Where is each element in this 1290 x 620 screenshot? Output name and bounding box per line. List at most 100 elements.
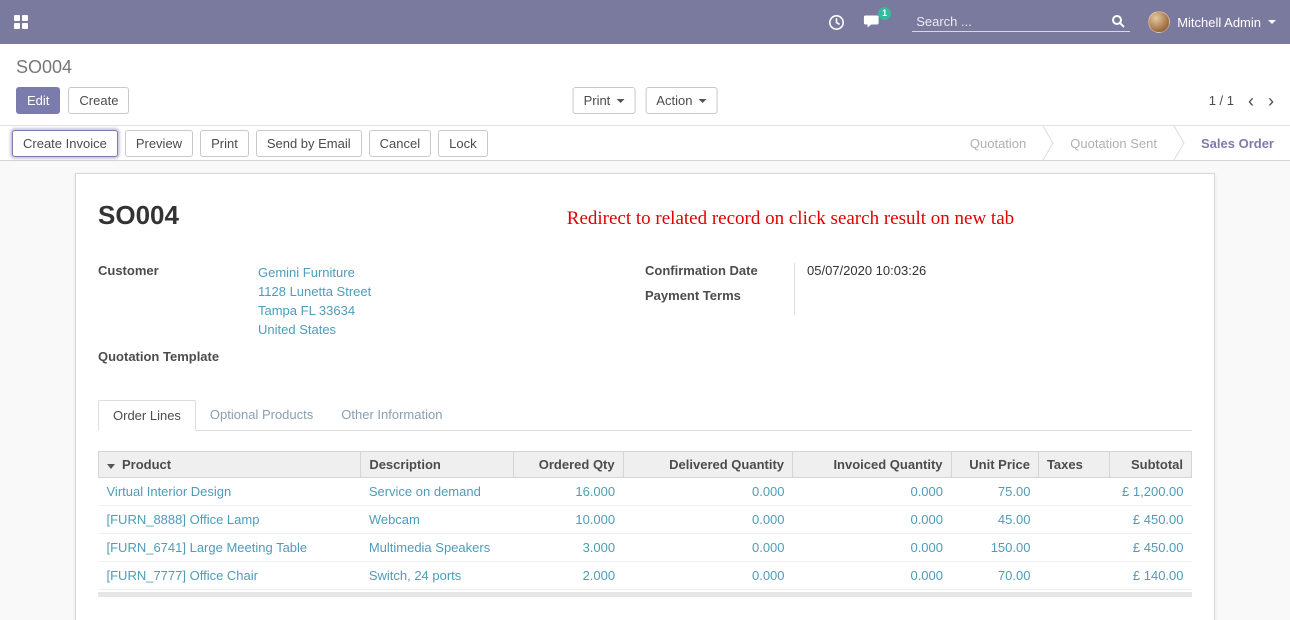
avatar	[1148, 11, 1170, 33]
action-dropdown-label: Action	[656, 92, 692, 109]
create-invoice-button[interactable]: Create Invoice	[12, 130, 118, 157]
action-dropdown[interactable]: Action	[645, 87, 717, 114]
cell-ordered-qty[interactable]: 10.000	[514, 506, 623, 534]
chevron-down-icon	[1268, 20, 1276, 24]
cell-unit-price[interactable]: 75.00	[951, 478, 1038, 506]
state-arrow-icon	[1042, 126, 1054, 160]
pager-counter: 1 / 1	[1209, 93, 1234, 108]
cell-invoiced-qty[interactable]: 0.000	[793, 478, 951, 506]
cell-subtotal[interactable]: £ 450.00	[1109, 534, 1191, 562]
control-panel: SO004 Edit Create Print Action 1 / 1 ‹ ›	[0, 44, 1290, 125]
cell-delivered-qty[interactable]: 0.000	[623, 506, 792, 534]
preview-button[interactable]: Preview	[125, 130, 193, 157]
cell-description[interactable]: Service on demand	[361, 478, 514, 506]
cell-unit-price[interactable]: 45.00	[951, 506, 1038, 534]
record-title: SO004	[98, 200, 179, 231]
chevron-down-icon	[698, 99, 706, 103]
state-arrow-icon	[1173, 126, 1185, 160]
navbar-search	[912, 12, 1130, 32]
annotation-text: Redirect to related record on click sear…	[179, 208, 1192, 230]
cell-unit-price[interactable]: 70.00	[951, 562, 1038, 590]
cell-ordered-qty[interactable]: 16.000	[514, 478, 623, 506]
cell-description[interactable]: Multimedia Speakers	[361, 534, 514, 562]
apps-menu-icon[interactable]	[14, 15, 28, 29]
user-name: Mitchell Admin	[1177, 15, 1261, 30]
lock-button[interactable]: Lock	[438, 130, 487, 157]
activities-clock-icon[interactable]	[828, 14, 845, 31]
column-header-invoiced-qty[interactable]: Invoiced Quantity	[793, 452, 951, 478]
cell-ordered-qty[interactable]: 2.000	[514, 562, 623, 590]
print-button[interactable]: Print	[200, 130, 249, 157]
table-row[interactable]: [FURN_6741] Large Meeting Table Multimed…	[99, 534, 1192, 562]
sort-caret-icon	[107, 464, 115, 469]
messages-icon[interactable]: 1	[863, 14, 882, 30]
cell-delivered-qty[interactable]: 0.000	[623, 562, 792, 590]
cell-product[interactable]: Virtual Interior Design	[99, 478, 361, 506]
cell-invoiced-qty[interactable]: 0.000	[793, 534, 951, 562]
cell-delivered-qty[interactable]: 0.000	[623, 478, 792, 506]
column-header-description[interactable]: Description	[361, 452, 514, 478]
order-lines-table: Product Description Ordered Qty Delivere…	[98, 451, 1192, 590]
column-header-ordered-qty[interactable]: Ordered Qty	[514, 452, 623, 478]
cell-subtotal[interactable]: £ 140.00	[1109, 562, 1191, 590]
cancel-button[interactable]: Cancel	[369, 130, 431, 157]
cell-product[interactable]: [FURN_6741] Large Meeting Table	[99, 534, 361, 562]
edit-button[interactable]: Edit	[16, 87, 60, 114]
column-header-subtotal[interactable]: Subtotal	[1109, 452, 1191, 478]
cell-delivered-qty[interactable]: 0.000	[623, 534, 792, 562]
column-header-delivered-qty[interactable]: Delivered Quantity	[623, 452, 792, 478]
cell-invoiced-qty[interactable]: 0.000	[793, 562, 951, 590]
payment-terms-value[interactable]	[795, 288, 807, 303]
column-header-taxes[interactable]: Taxes	[1038, 452, 1109, 478]
cell-product[interactable]: [FURN_8888] Office Lamp	[99, 506, 361, 534]
customer-label: Customer	[98, 263, 258, 339]
cell-taxes[interactable]	[1038, 506, 1109, 534]
statusbar: Create Invoice Preview Print Send by Ema…	[0, 125, 1290, 161]
chevron-down-icon	[616, 99, 624, 103]
table-footer-bar	[98, 592, 1192, 597]
message-count-badge: 1	[878, 7, 891, 20]
tab-order-lines[interactable]: Order Lines	[98, 400, 196, 431]
tab-other-information[interactable]: Other Information	[327, 400, 456, 431]
pager-previous-icon[interactable]: ‹	[1248, 92, 1254, 110]
confirmation-date-label: Confirmation Date	[645, 263, 795, 278]
quotation-template-label: Quotation Template	[98, 349, 258, 364]
state-quotation-sent[interactable]: Quotation Sent	[1054, 126, 1173, 160]
column-header-unit-price[interactable]: Unit Price	[951, 452, 1038, 478]
customer-link[interactable]: Gemini Furniture	[258, 263, 371, 282]
cell-ordered-qty[interactable]: 3.000	[514, 534, 623, 562]
cell-subtotal[interactable]: £ 450.00	[1109, 506, 1191, 534]
top-navbar: 1 Mitchell Admin	[0, 0, 1290, 44]
tab-optional-products[interactable]: Optional Products	[196, 400, 327, 431]
column-header-product[interactable]: Product	[99, 452, 361, 478]
cell-unit-price[interactable]: 150.00	[951, 534, 1038, 562]
breadcrumb[interactable]: SO004	[16, 57, 72, 77]
user-menu[interactable]: Mitchell Admin	[1148, 11, 1276, 33]
customer-value: Gemini Furniture 1128 Lunetta Street Tam…	[258, 263, 371, 339]
send-by-email-button[interactable]: Send by Email	[256, 130, 362, 157]
create-button[interactable]: Create	[68, 87, 129, 114]
table-row[interactable]: Virtual Interior Design Service on deman…	[99, 478, 1192, 506]
form-view: SO004 Redirect to related record on clic…	[0, 161, 1290, 620]
table-row[interactable]: [FURN_7777] Office Chair Switch, 24 port…	[99, 562, 1192, 590]
search-input[interactable]	[916, 14, 1112, 29]
print-dropdown-label: Print	[584, 92, 611, 109]
field-divider	[794, 263, 795, 315]
table-row[interactable]: [FURN_8888] Office Lamp Webcam 10.000 0.…	[99, 506, 1192, 534]
cell-taxes[interactable]	[1038, 534, 1109, 562]
cell-product[interactable]: [FURN_7777] Office Chair	[99, 562, 361, 590]
state-quotation[interactable]: Quotation	[954, 126, 1042, 160]
confirmation-date-value: 05/07/2020 10:03:26	[795, 263, 926, 278]
cell-description[interactable]: Switch, 24 ports	[361, 562, 514, 590]
cell-invoiced-qty[interactable]: 0.000	[793, 506, 951, 534]
search-icon[interactable]	[1112, 15, 1122, 25]
notebook-tabs: Order Lines Optional Products Other Info…	[98, 400, 1192, 431]
cell-taxes[interactable]	[1038, 562, 1109, 590]
state-sales-order[interactable]: Sales Order	[1185, 126, 1290, 160]
cell-taxes[interactable]	[1038, 478, 1109, 506]
print-dropdown[interactable]: Print	[573, 87, 636, 114]
cell-description[interactable]: Webcam	[361, 506, 514, 534]
pager-next-icon[interactable]: ›	[1268, 92, 1274, 110]
cell-subtotal[interactable]: £ 1,200.00	[1109, 478, 1191, 506]
sheet: SO004 Redirect to related record on clic…	[75, 173, 1215, 620]
